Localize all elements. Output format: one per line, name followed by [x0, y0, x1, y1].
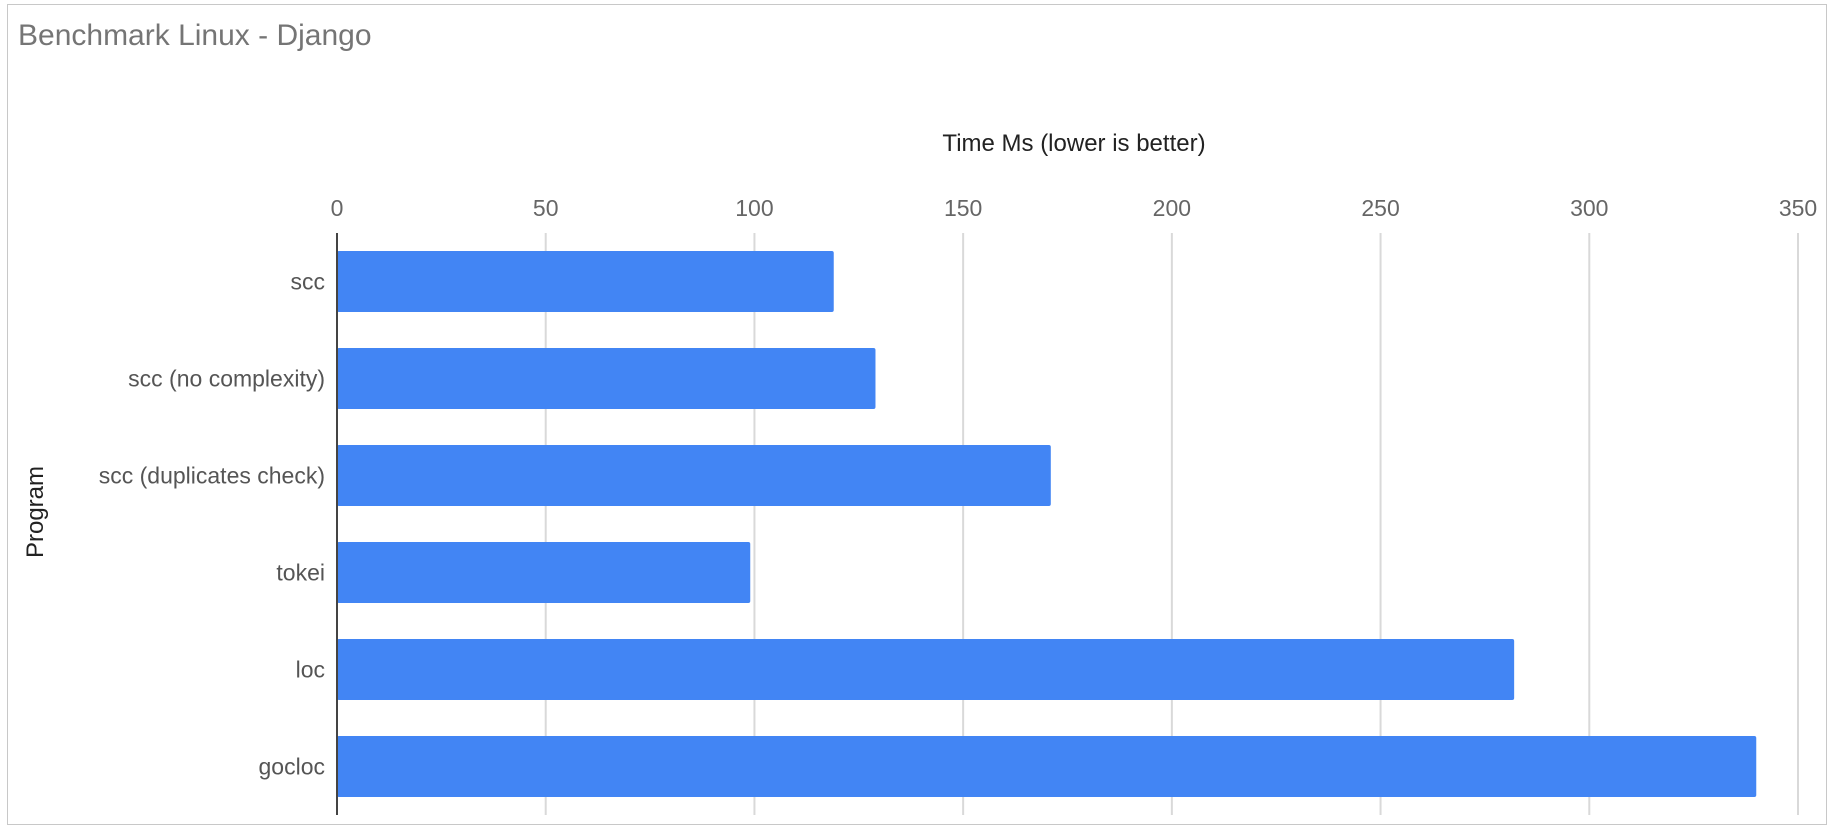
bar-layer: [337, 251, 1757, 797]
x-tick-label: 350: [1779, 195, 1817, 221]
x-tick-label: 0: [331, 195, 344, 221]
x-axis-title: Time Ms (lower is better): [942, 130, 1205, 157]
y-axis-title: Program: [22, 466, 49, 558]
x-tick-label: 100: [735, 195, 773, 221]
x-tick-label: 300: [1570, 195, 1608, 221]
bar: [337, 445, 1051, 506]
bar-chart: Benchmark Linux - Django Time Ms (lower …: [18, 19, 1818, 815]
x-tick-label: 250: [1361, 195, 1399, 221]
x-tick-label: 50: [533, 195, 559, 221]
chart-title: Benchmark Linux - Django: [18, 19, 372, 52]
x-tick-label: 200: [1153, 195, 1191, 221]
tick-layer: 0 50 100 150 200 250 300 350: [331, 195, 1818, 221]
x-tick-label: 150: [944, 195, 982, 221]
category-label: scc: [291, 269, 326, 295]
category-label: scc (no complexity): [128, 366, 325, 392]
bar: [337, 542, 751, 603]
category-label: loc: [296, 657, 325, 683]
bar: [337, 639, 1515, 700]
category-label: tokei: [276, 560, 325, 586]
bar: [337, 736, 1757, 797]
bar: [337, 251, 834, 312]
category-label: scc (duplicates check): [99, 463, 325, 489]
bar: [337, 348, 876, 409]
category-label: gocloc: [259, 754, 325, 780]
category-layer: scc scc (no complexity) scc (duplicates ch…: [99, 269, 325, 780]
grid-layer: [544, 233, 1799, 815]
